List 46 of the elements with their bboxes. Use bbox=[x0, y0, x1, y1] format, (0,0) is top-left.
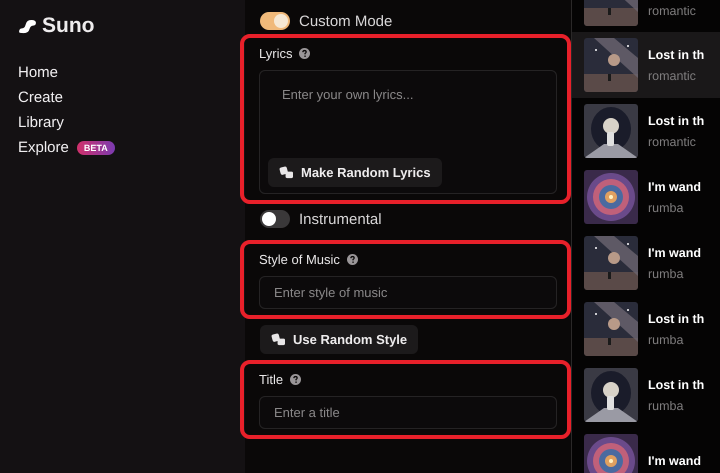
song-style: romantic bbox=[648, 134, 697, 148]
song-title: I'm wand bbox=[648, 180, 701, 194]
toggle-switch[interactable] bbox=[260, 210, 290, 228]
lyrics-field[interactable]: Enter your own lyrics... Make Random Lyrics bbox=[259, 70, 557, 194]
song-title: I'm wand bbox=[648, 246, 701, 260]
song-title: Lost in th bbox=[648, 48, 704, 62]
field-label: Style of Music bbox=[259, 252, 340, 267]
help-icon[interactable] bbox=[290, 374, 302, 385]
song-row[interactable]: I'm wand rumba bbox=[572, 164, 720, 230]
title-field[interactable]: Enter a title bbox=[259, 396, 557, 429]
toggle-switch[interactable] bbox=[260, 12, 290, 30]
song-row[interactable]: romantic bbox=[572, 0, 720, 32]
song-style: rumba bbox=[648, 266, 684, 280]
song-title: Lost in th bbox=[648, 312, 704, 326]
song-style: romantic bbox=[648, 68, 697, 82]
song-row[interactable]: Lost in th rumba bbox=[572, 362, 720, 428]
dice-icon bbox=[271, 333, 286, 346]
song-style: romantic bbox=[648, 4, 696, 18]
help-icon[interactable] bbox=[346, 254, 358, 265]
nav-link[interactable]: Home bbox=[18, 64, 58, 81]
nav-link[interactable]: Library bbox=[18, 114, 64, 131]
song-row[interactable]: Lost in th romantic bbox=[572, 98, 720, 164]
toggle-label: Custom Mode bbox=[299, 12, 392, 30]
help-icon[interactable] bbox=[299, 48, 310, 59]
song-style: rumba bbox=[648, 398, 684, 412]
song-row[interactable]: I'm wand rumba bbox=[572, 230, 720, 296]
logo-icon bbox=[18, 18, 37, 34]
song-title: I'm wand bbox=[648, 454, 701, 468]
song-style: rumba bbox=[648, 200, 684, 214]
style-field[interactable]: Enter style of music bbox=[259, 276, 557, 309]
song-row[interactable]: I'm wand bbox=[572, 428, 720, 473]
song-title: Lost in th bbox=[648, 114, 704, 128]
song-title: Lost in th bbox=[648, 378, 704, 392]
dice-icon bbox=[279, 166, 294, 179]
song-style: rumba bbox=[648, 332, 684, 346]
random-style-button[interactable]: Use Random Style bbox=[260, 325, 418, 354]
field-label: Title bbox=[259, 372, 284, 387]
logo-text: Suno bbox=[42, 14, 94, 38]
beta-badge: BETA bbox=[76, 140, 115, 154]
song-row[interactable]: Lost in th rumba bbox=[572, 296, 720, 362]
random-lyrics-button[interactable]: Make Random Lyrics bbox=[268, 158, 442, 187]
field-label: Lyrics bbox=[259, 46, 292, 61]
toggle-label: Instrumental bbox=[299, 210, 382, 228]
nav-link[interactable]: Explore bbox=[18, 139, 69, 156]
song-row[interactable]: Lost in th romantic bbox=[572, 32, 720, 98]
nav-link[interactable]: Create bbox=[18, 89, 64, 106]
